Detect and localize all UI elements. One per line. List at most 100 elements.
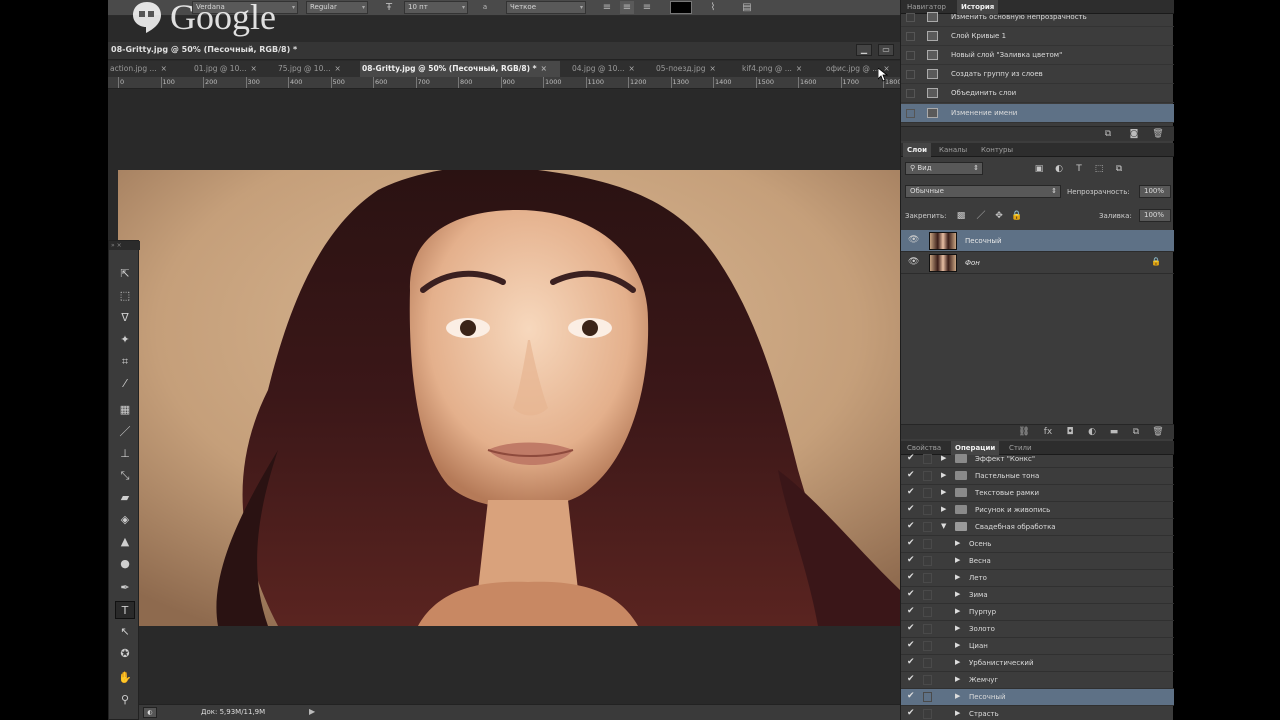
check-icon[interactable]: ✔	[907, 572, 915, 582]
brush-tool-icon[interactable]: ／	[115, 423, 135, 441]
trash-icon[interactable]: 🗑	[1151, 426, 1165, 438]
shape-tool-icon[interactable]: ✪	[115, 645, 135, 663]
blend-mode-select[interactable]: Обычные ⇕	[905, 185, 1061, 198]
lasso-tool-icon[interactable]: ᐁ	[115, 309, 135, 327]
adjustment-layer-icon[interactable]: ◐	[1085, 426, 1099, 438]
chevron-right-icon[interactable]: ▶	[941, 471, 946, 479]
marquee-tool-icon[interactable]: ⬚	[115, 287, 135, 305]
dialog-toggle-box[interactable]	[923, 505, 932, 515]
type-tool-icon[interactable]: T	[115, 601, 135, 619]
check-icon[interactable]: ✔	[907, 453, 915, 463]
crop-tool-icon[interactable]: ⌗	[115, 353, 135, 371]
dialog-toggle-box[interactable]	[923, 658, 932, 668]
chevron-right-icon[interactable]: ▶	[955, 692, 960, 700]
trash-icon[interactable]: 🗑	[1151, 128, 1165, 140]
action-row[interactable]: ✔ ▶ Пурпур	[901, 604, 1174, 621]
tab-paths[interactable]: Контуры	[977, 143, 1017, 157]
chevron-right-icon[interactable]: ▶	[955, 556, 960, 564]
blur-tool-icon[interactable]: ▲	[115, 533, 135, 551]
history-brush-tool-icon[interactable]: ⤡	[115, 467, 135, 485]
layer-filter-select[interactable]: ⚲ Вид ⇕	[905, 162, 983, 175]
chevron-right-icon[interactable]: ▶	[955, 573, 960, 581]
check-icon[interactable]: ✔	[907, 674, 915, 684]
add-mask-icon[interactable]: ◘	[1063, 426, 1077, 438]
paint-bucket-tool-icon[interactable]: ◈	[115, 511, 135, 529]
chevron-right-icon[interactable]: ▶	[955, 675, 960, 683]
chevron-right-icon[interactable]: ▶	[955, 658, 960, 666]
filter-smart-object-icon[interactable]: ⧉	[1113, 163, 1125, 175]
lock-position-icon[interactable]: ✥	[993, 210, 1005, 222]
clone-stamp-tool-icon[interactable]: ⊥	[115, 445, 135, 463]
tab-05-poezd[interactable]: 05-поезд.jpg ×	[654, 61, 734, 77]
history-brush-source-box[interactable]	[906, 32, 915, 41]
check-icon[interactable]: ✔	[907, 606, 915, 616]
move-tool-icon[interactable]: ⇱	[115, 265, 135, 283]
magic-wand-tool-icon[interactable]: ✦	[115, 331, 135, 349]
eye-icon[interactable]: 👁	[908, 235, 919, 245]
hand-tool-icon[interactable]: ✋	[115, 669, 135, 687]
tab-action[interactable]: action.jpg ... ×	[108, 61, 190, 77]
action-row[interactable]: ✔ ▶ Урбанистический	[901, 655, 1174, 672]
tab-08-gritty[interactable]: 08-Gritty.jpg @ 50% (Песочный, RGB/8) * ×	[360, 61, 560, 77]
action-row[interactable]: ✔ ▶ Жемчуг	[901, 672, 1174, 689]
chevron-right-icon[interactable]: ▶	[955, 641, 960, 649]
chevron-down-icon[interactable]: ▼	[941, 522, 946, 530]
check-icon[interactable]: ✔	[907, 470, 915, 480]
chevron-right-icon[interactable]: ▶	[955, 624, 960, 632]
action-row[interactable]: ✔ ▶ Осень	[901, 536, 1174, 553]
check-icon[interactable]: ✔	[907, 504, 915, 514]
eye-icon[interactable]: 👁	[908, 257, 919, 267]
align-center-icon[interactable]: ≡	[620, 1, 634, 14]
dialog-toggle-box[interactable]	[923, 556, 932, 566]
dialog-toggle-box[interactable]	[923, 539, 932, 549]
dialog-toggle-box[interactable]	[923, 454, 932, 464]
lock-transparent-icon[interactable]: ▩	[955, 210, 967, 222]
status-menu-arrow-icon[interactable]: ▶	[309, 707, 315, 716]
dialog-toggle-box[interactable]	[923, 488, 932, 498]
tools-panel-grip[interactable]: » ×	[109, 241, 140, 250]
check-icon[interactable]: ✔	[907, 708, 915, 718]
pen-tool-icon[interactable]: ✒	[115, 579, 135, 597]
healing-brush-tool-icon[interactable]: ▦	[115, 401, 135, 419]
action-row[interactable]: ✔ ▶ Зима	[901, 587, 1174, 604]
check-icon[interactable]: ✔	[907, 640, 915, 650]
chevron-right-icon[interactable]: ▶	[941, 454, 946, 462]
new-document-from-state-icon[interactable]: ⧉	[1101, 128, 1115, 140]
layer-row-selected[interactable]: 👁 Песочный	[901, 230, 1174, 252]
check-icon[interactable]: ✔	[907, 623, 915, 633]
close-icon[interactable]: ×	[710, 64, 716, 73]
close-icon[interactable]: ×	[796, 64, 802, 73]
filter-type-icon[interactable]: T	[1073, 163, 1085, 175]
check-icon[interactable]: ✔	[907, 487, 915, 497]
fx-icon[interactable]: fx	[1041, 426, 1055, 438]
action-set-row-expanded[interactable]: ✔ ▼ Свадебная обработка	[901, 519, 1174, 536]
close-icon[interactable]: ×	[161, 64, 167, 73]
filter-shape-icon[interactable]: ⬚	[1093, 163, 1105, 175]
chevron-right-icon[interactable]: ▶	[955, 590, 960, 598]
history-item[interactable]: Изменить основную непрозрачность	[901, 8, 1174, 27]
tab-kif4[interactable]: kif4.png @ ... ×	[740, 61, 820, 77]
history-brush-source-box[interactable]	[906, 70, 915, 79]
path-selection-tool-icon[interactable]: ↖	[115, 623, 135, 641]
history-item[interactable]: Новый слой "Заливка цветом"	[901, 46, 1174, 65]
action-row[interactable]: ✔ ▶ Циан	[901, 638, 1174, 655]
action-row[interactable]: ✔ ▶ Золото	[901, 621, 1174, 638]
close-icon[interactable]: ×	[629, 64, 635, 73]
history-brush-source-box[interactable]	[906, 13, 915, 22]
action-set-row[interactable]: ✔ ▶ Эффект "Конкс"	[901, 451, 1174, 468]
dialog-toggle-box[interactable]	[923, 675, 932, 685]
dialog-toggle-box[interactable]	[923, 709, 932, 719]
lock-all-icon[interactable]: 🔒	[1011, 210, 1023, 222]
action-row-selected[interactable]: ✔ ▶ Песочный	[901, 689, 1174, 706]
history-item-selected[interactable]: Изменение имени	[901, 104, 1174, 123]
dodge-tool-icon[interactable]: ●	[115, 555, 135, 573]
chevron-right-icon[interactable]: ▶	[955, 539, 960, 547]
chevron-right-icon[interactable]: ▶	[955, 607, 960, 615]
check-icon[interactable]: ✔	[907, 538, 915, 548]
zoom-tool-icon[interactable]: ⚲	[115, 691, 135, 709]
tab-layers[interactable]: Слои	[903, 143, 931, 157]
chevron-right-icon[interactable]: ▶	[941, 488, 946, 496]
close-icon[interactable]: ×	[251, 64, 257, 73]
tab-ofis[interactable]: офис.jpg @ ... ×	[824, 61, 900, 77]
action-row[interactable]: ✔ ▶ Лето	[901, 570, 1174, 587]
